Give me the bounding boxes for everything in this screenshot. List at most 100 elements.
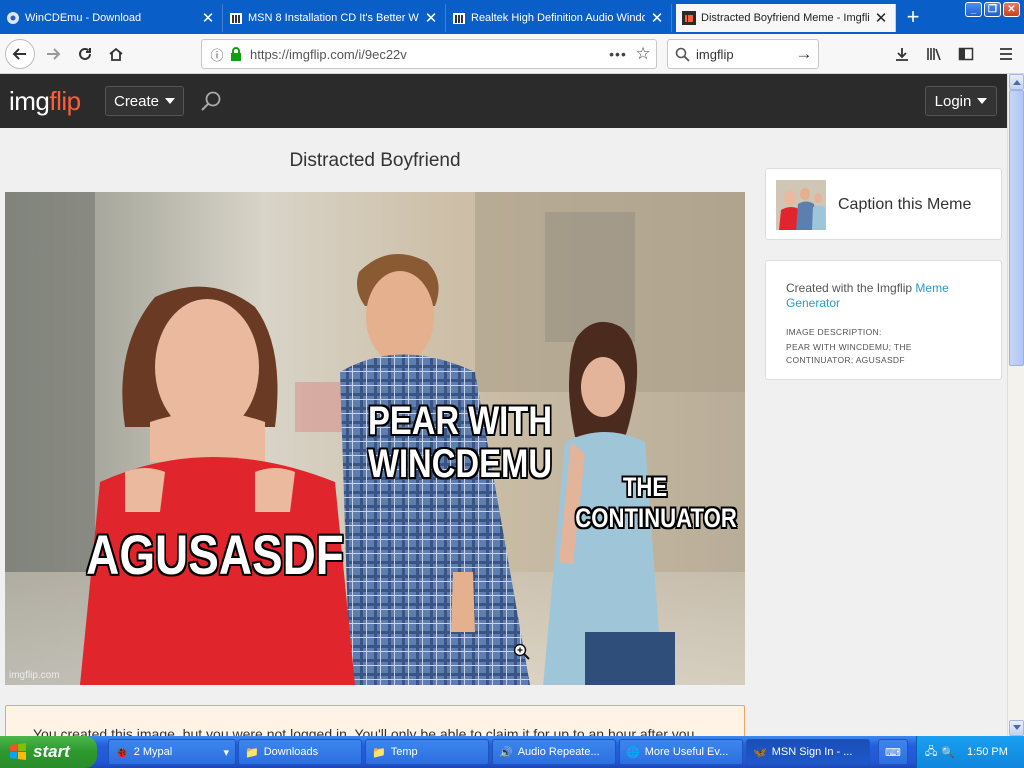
url-text[interactable]: https://imgflip.com/i/9ec22v (250, 47, 606, 62)
caption-middle: PEAR WITH WINCDEMU (367, 399, 553, 486)
clock[interactable]: 1:50 PM (967, 746, 1008, 758)
meme-thumbnail (776, 180, 826, 230)
imgflip-watermark: imgflip.com (9, 670, 60, 681)
back-button[interactable] (5, 39, 35, 69)
chevron-down-icon (165, 98, 176, 104)
gear-icon (6, 11, 20, 25)
browser-toolbar: ⓘ https://imgflip.com/i/9ec22v ••• ☆ img… (0, 34, 1024, 74)
msn-butterfly-icon: 🦋 (753, 746, 767, 759)
close-tab-icon[interactable]: ✕ (873, 9, 889, 27)
scrollbar-thumb[interactable] (1009, 90, 1024, 366)
close-tab-icon[interactable]: ✕ (649, 9, 665, 27)
caption-this-meme-label: Caption this Meme (838, 196, 972, 213)
group-arrow-icon: ▾ (223, 746, 229, 759)
tab-title: MSN 8 Installation CD It's Better W (248, 12, 419, 24)
start-label: start (33, 742, 70, 761)
tab-wincdemu[interactable]: WinCDEmu - Download ✕ (0, 4, 223, 32)
desktop-screen: WinCDEmu - Download ✕ MSN 8 Installation… (0, 0, 1024, 768)
task-label: 2 Mypal (133, 746, 173, 758)
page-actions-icon[interactable]: ••• (606, 46, 630, 62)
task-label: Temp (390, 746, 418, 758)
close-tab-icon[interactable]: ✕ (423, 9, 439, 27)
task-msn-sign-in[interactable]: 🦋 MSN Sign In - ... (746, 739, 870, 765)
search-bar[interactable]: imgflip → (667, 39, 819, 69)
meme-image[interactable]: PEAR WITH WINCDEMU THE CONTINUATOR AGUSA… (5, 192, 745, 685)
window-controls: _ ❐ ✕ (965, 2, 1020, 17)
address-bar[interactable]: ⓘ https://imgflip.com/i/9ec22v ••• ☆ (201, 39, 657, 69)
imgflip-logo[interactable]: imgflip (9, 86, 81, 117)
site-header: imgflip Create Login (0, 74, 1007, 128)
logo-part-flip: flip (49, 86, 81, 116)
new-tab-button[interactable]: + (900, 5, 926, 31)
imgflip-icon (682, 11, 696, 25)
archive-icon (452, 11, 466, 25)
scroll-up-arrow-icon[interactable] (1009, 74, 1024, 90)
tab-title: Distracted Boyfriend Meme - Imgflip (701, 12, 869, 24)
windows-logo-icon (10, 743, 26, 760)
caption-left: AGUSASDF (86, 523, 344, 586)
home-button[interactable] (101, 39, 131, 69)
keyboard-language-icon[interactable]: ⌨ (878, 739, 908, 765)
tab-title: WinCDEmu - Download (25, 12, 142, 24)
meme-title: Distracted Boyfriend (289, 150, 461, 171)
search-icon (668, 47, 696, 62)
archive-icon (229, 11, 243, 25)
login-notice: You created this image, but you were not… (5, 705, 745, 736)
close-window-button[interactable]: ✕ (1003, 2, 1020, 17)
scroll-down-arrow-icon[interactable] (1009, 720, 1024, 736)
created-with-text: Created with the Imgflip Meme Generator (786, 281, 981, 311)
create-menu-button[interactable]: Create (105, 86, 184, 116)
task-temp[interactable]: 📁 Temp (365, 739, 489, 765)
system-tray: 🖧 🔍 1:50 PM (916, 736, 1024, 768)
search-text[interactable]: imgflip (696, 47, 790, 62)
close-tab-icon[interactable]: ✕ (200, 9, 216, 27)
task-mypal[interactable]: 🐞 2 Mypal ▾ (108, 739, 236, 765)
minimize-button[interactable]: _ (965, 2, 982, 17)
chevron-down-icon (977, 98, 988, 104)
info-icon[interactable]: ⓘ (206, 45, 228, 64)
library-icon[interactable] (922, 42, 946, 66)
caption-this-meme-card[interactable]: Caption this Meme (765, 168, 1002, 240)
maximize-button[interactable]: ❐ (984, 2, 1001, 17)
taskbar: start 🐞 2 Mypal ▾ 📁 Downloads 📁 Temp 🔊 A… (0, 736, 1024, 768)
task-label: MSN Sign In - ... (771, 746, 853, 758)
task-label: More Useful Ev... (644, 746, 729, 758)
logo-part-img: img (9, 86, 50, 116)
reload-button[interactable] (70, 39, 100, 69)
start-button[interactable]: start (0, 736, 97, 768)
image-description-text: PEAR WITH WINCDEMU; THE CONTINUATOR; AGU… (786, 342, 912, 365)
folder-icon: 📁 (372, 746, 386, 759)
tab-msn8[interactable]: MSN 8 Installation CD It's Better W ✕ (223, 4, 446, 32)
image-description-label: IMAGE DESCRIPTION: (786, 327, 882, 337)
login-button[interactable]: Login (925, 86, 997, 116)
task-downloads[interactable]: 📁 Downloads (238, 739, 362, 765)
site-search-icon[interactable] (200, 90, 222, 112)
task-audio-repeater[interactable]: 🔊 Audio Repeate... (492, 739, 616, 765)
back-arrow-icon (12, 48, 26, 60)
bookmark-star-icon[interactable]: ☆ (630, 44, 656, 64)
forward-button[interactable] (38, 39, 68, 69)
menu-icon[interactable] (994, 42, 1018, 66)
task-more-useful[interactable]: 🌐 More Useful Ev... (619, 739, 743, 765)
caption-right: THE CONTINUATOR (575, 472, 737, 533)
tab-title: Realtek High Definition Audio Windo (471, 12, 645, 24)
create-label: Create (113, 92, 160, 110)
audio-icon: 🔊 (499, 746, 513, 759)
browser-tab-strip: WinCDEmu - Download ✕ MSN 8 Installation… (0, 0, 1024, 34)
downloads-icon[interactable] (890, 42, 914, 66)
forward-arrow-icon (47, 48, 61, 60)
meme-info-card: Created with the Imgflip Meme Generator … (765, 260, 1002, 380)
tab-distracted-boyfriend[interactable]: Distracted Boyfriend Meme - Imgflip ✕ (676, 4, 896, 32)
search-go-arrow-icon[interactable]: → (790, 44, 818, 64)
task-label: Downloads (263, 746, 319, 758)
reload-icon (79, 47, 91, 60)
network-icon[interactable]: 🖧 (925, 743, 937, 762)
tab-realtek[interactable]: Realtek High Definition Audio Windo ✕ (446, 4, 672, 32)
created-with-label: Created with the Imgflip (786, 281, 916, 295)
search-tray-icon[interactable]: 🔍 (941, 746, 955, 759)
folder-icon: 📁 (245, 746, 259, 759)
task-label: Audio Repeate... (517, 746, 600, 758)
vertical-scrollbar[interactable] (1007, 74, 1024, 736)
lock-icon (228, 46, 244, 62)
sidebar-toggle-icon[interactable] (954, 42, 978, 66)
